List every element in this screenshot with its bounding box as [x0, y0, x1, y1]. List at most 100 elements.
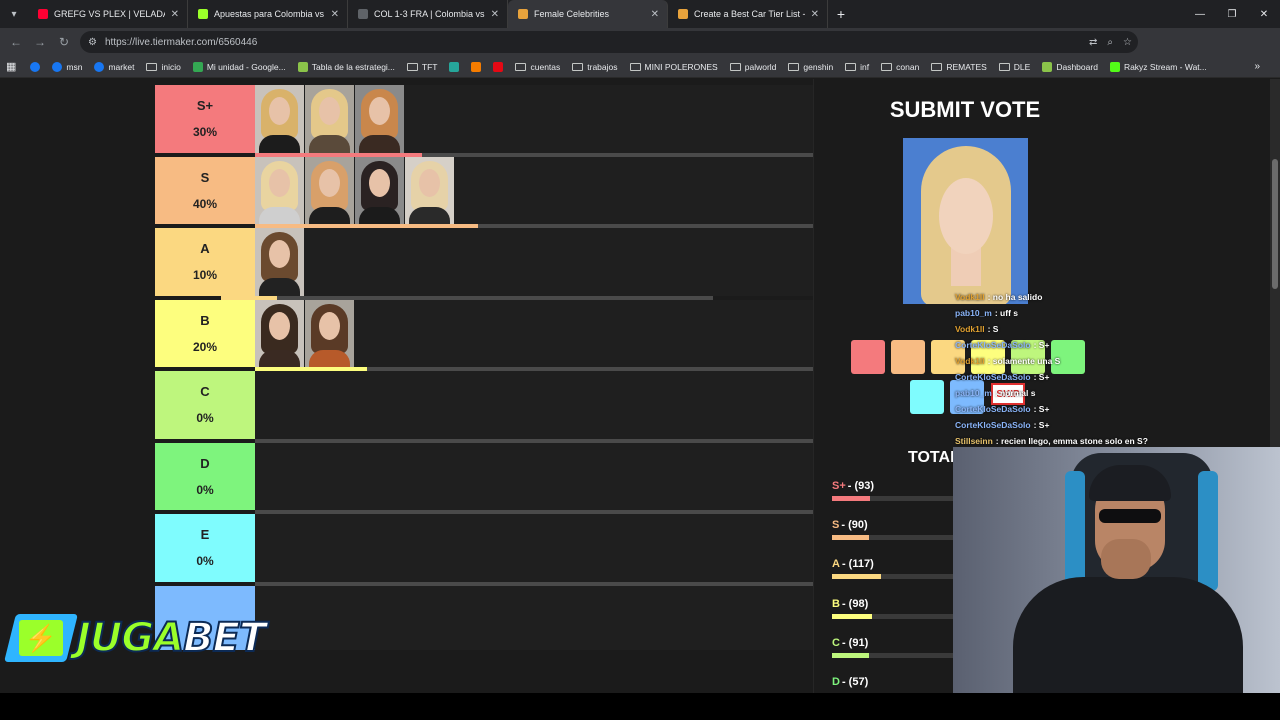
minimize-icon[interactable]: — — [1184, 0, 1216, 28]
browser-tab[interactable]: COL 1-3 FRA | Colombia vs Fra ✕ — [348, 0, 508, 28]
celebrity-thumbnail[interactable] — [255, 85, 304, 153]
bookmark-item[interactable] — [471, 61, 485, 72]
tier-label: D 0% — [155, 442, 255, 510]
total-tier: S — [832, 519, 840, 532]
browser-tab[interactable]: Create a Best Car Tier List - Tier ✕ — [668, 0, 828, 28]
bookmark-label: TFT — [421, 61, 438, 72]
site-info-icon[interactable]: ⚙ — [88, 37, 97, 48]
tier-row: S 40% — [155, 156, 813, 228]
bookmark-item[interactable]: inicio — [146, 62, 181, 72]
tab-close-icon[interactable]: ✕ — [331, 9, 339, 20]
chat-text: : S+ — [1033, 404, 1050, 414]
celebrity-thumbnail[interactable] — [255, 156, 304, 225]
tier-label: A 10% — [155, 228, 255, 296]
celebrity-thumbnail[interactable] — [405, 156, 454, 225]
bookmark-item[interactable]: REMATES — [931, 62, 987, 72]
tab-close-icon[interactable]: ✕ — [811, 9, 819, 20]
bookmark-item[interactable]: TFT — [406, 61, 438, 72]
celebrity-thumbnail[interactable] — [305, 156, 354, 225]
total-bar — [832, 574, 954, 580]
vote-tier-button[interactable] — [891, 340, 925, 374]
zoom-icon[interactable]: ⌕ — [1107, 37, 1113, 48]
chat-message: Vodk1ll: no ha salido — [955, 289, 1155, 305]
forward-icon[interactable]: → — [28, 30, 52, 54]
back-icon[interactable]: ← — [4, 30, 28, 54]
tier-items — [255, 299, 813, 368]
more-bookmarks-icon[interactable]: » — [1254, 61, 1260, 72]
bookmark-item[interactable]: Tabla de la estrategi... — [297, 61, 395, 72]
celebrity-thumbnail[interactable] — [255, 299, 304, 368]
bookmark-item[interactable]: trabajos — [572, 62, 618, 72]
bookmark-label: msn — [66, 61, 83, 72]
translate-icon[interactable]: ⇄ — [1089, 37, 1097, 48]
folder-icon — [788, 62, 800, 71]
bookmark-label: market — [108, 61, 135, 72]
bookmark-item[interactable]: Mi unidad - Google... — [192, 61, 286, 72]
celebrity-thumbnail[interactable] — [305, 85, 354, 153]
bookmark-item[interactable]: MINI POLERONES — [629, 61, 718, 72]
bookmark-item[interactable]: conan — [881, 62, 919, 72]
site-icon — [297, 61, 308, 72]
bookmark-label: Mi unidad - Google... — [206, 61, 286, 72]
chat-username: Vodk1ll — [955, 356, 985, 366]
reload-icon[interactable]: ↻ — [52, 30, 76, 54]
vote-tier-button[interactable] — [851, 340, 885, 374]
celebrity-thumbnail[interactable] — [355, 85, 404, 153]
bookmark-item[interactable] — [449, 61, 463, 72]
bookmark-item[interactable]: cuentas — [515, 62, 560, 72]
bookmark-label: cuentas — [530, 61, 561, 72]
bookmark-label: DLE — [1013, 61, 1031, 72]
tab-close-icon[interactable]: ✕ — [651, 9, 659, 20]
chat-text: : no ha salido — [987, 292, 1043, 302]
tier-list: S+ 30% S 40% A 10% B 20% C 0% D 0% E 0% — [155, 85, 813, 654]
bookmark-item[interactable]: palworld — [729, 62, 776, 72]
browser-tab[interactable]: GREFG VS PLEX | VELADA DEL A ✕ — [28, 0, 188, 28]
apps-grid-icon[interactable]: ▦ — [6, 60, 16, 73]
chat-message: Vodk1ll: S — [955, 321, 1155, 337]
chat-text: : S+ — [1033, 420, 1050, 430]
new-tab-button[interactable]: + — [828, 6, 854, 22]
address-bar[interactable]: ⚙ https://live.tiermaker.com/6560446 ⇄ ⌕… — [80, 31, 1138, 53]
tab-favicon-icon — [198, 9, 208, 19]
total-bar — [832, 652, 954, 658]
facebook-icon — [52, 61, 63, 72]
total-tier: S+ — [832, 480, 846, 492]
bookmark-item[interactable]: Rakyz Stream - Wat... — [1109, 61, 1207, 72]
tier-items — [255, 156, 813, 225]
logo-juga-text: JUGA — [75, 614, 185, 662]
bookmark-item[interactable]: market — [94, 61, 135, 72]
tier-items — [255, 371, 813, 439]
tab-favicon-icon — [38, 9, 48, 19]
bookmark-item[interactable]: DLE — [998, 61, 1031, 72]
browser-tab[interactable]: Apuestas para Colombia vs Fra ✕ — [188, 0, 348, 28]
bookmark-star-icon[interactable]: ☆ — [1123, 37, 1132, 48]
logo-bet-text: BET — [182, 614, 267, 662]
browser-tab[interactable]: Female Celebrities ✕ — [508, 0, 668, 28]
celebrity-thumbnail[interactable] — [255, 228, 304, 296]
total-item: C- (91) — [832, 637, 962, 658]
current-celebrity-image — [903, 138, 1028, 304]
bookmark-label: conan — [896, 61, 920, 72]
tab-search-icon[interactable]: ▾ — [0, 0, 28, 28]
tier-row: S+ 30% — [155, 85, 813, 157]
bookmark-item[interactable]: Dashboard — [1042, 61, 1098, 72]
vote-tier-button[interactable] — [910, 380, 944, 414]
url-text[interactable]: https://live.tiermaker.com/6560446 — [105, 37, 257, 48]
folder-icon — [406, 62, 418, 71]
bookmark-item[interactable]: msn — [52, 61, 83, 72]
bookmark-item[interactable]: genshin — [788, 62, 833, 72]
close-window-icon[interactable]: ✕ — [1248, 0, 1280, 28]
site2-icon — [449, 61, 460, 72]
celebrity-thumbnail[interactable] — [355, 156, 404, 225]
bookmark-item[interactable] — [30, 61, 44, 72]
restore-icon[interactable]: ❐ — [1216, 0, 1248, 28]
bookmark-item[interactable] — [493, 61, 507, 72]
tab-close-icon[interactable]: ✕ — [491, 9, 499, 20]
bookmark-item[interactable]: inf — [845, 62, 869, 72]
bottom-strip — [0, 693, 1280, 720]
tier-label: E 0% — [155, 514, 255, 582]
bookmark-label: Rakyz Stream - Wat... — [1123, 61, 1207, 72]
bookmark-label: MINI POLERONES — [644, 61, 718, 72]
tab-close-icon[interactable]: ✕ — [171, 9, 179, 20]
celebrity-thumbnail[interactable] — [305, 299, 354, 368]
